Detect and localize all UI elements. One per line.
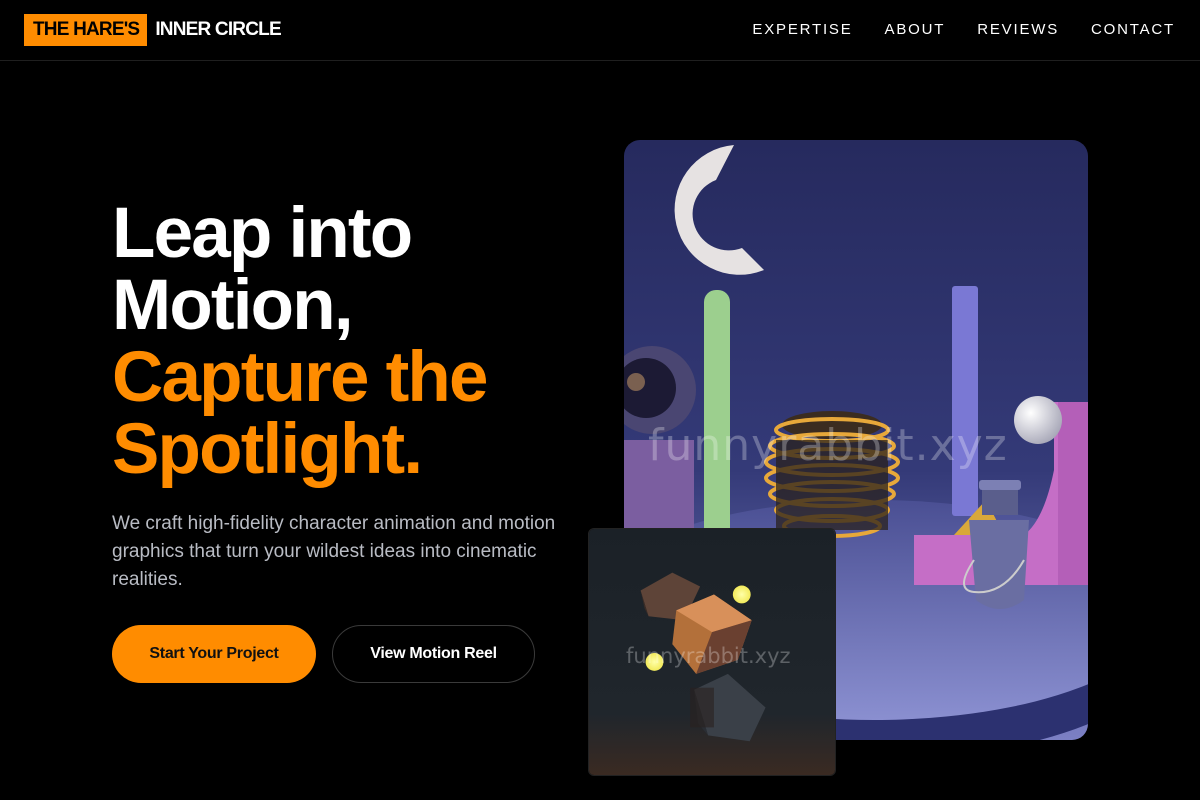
view-motion-reel-button[interactable]: View Motion Reel [332, 625, 535, 683]
main-nav: EXPERTISE ABOUT REVIEWS CONTACT [752, 20, 1175, 40]
nav-contact[interactable]: CONTACT [1091, 20, 1175, 40]
logo[interactable]: THE HARE'S INNER CIRCLE [24, 14, 282, 46]
nav-about[interactable]: ABOUT [885, 20, 946, 40]
headline-line-1: Leap into [112, 194, 413, 273]
nav-reviews[interactable]: REVIEWS [977, 20, 1059, 40]
logo-text: INNER CIRCLE [155, 19, 281, 40]
hero-headline: Leap into Motion, Capture the Spotlight. [112, 198, 582, 486]
floating-cubes-illustration [589, 529, 835, 775]
landing-page: THE HARE'S INNER CIRCLE EXPERTISE ABOUT … [0, 0, 1200, 800]
cubes-animation-image: funnyrabbit.xyz [588, 528, 836, 776]
headline-accent-line-1: Capture the [112, 338, 488, 417]
hero-subtext: We craft high-fidelity character animati… [112, 513, 556, 590]
headline-line-2: Motion, [112, 266, 354, 345]
start-project-button[interactable]: Start Your Project [112, 625, 316, 683]
logo-highlight: THE HARE'S [24, 14, 148, 46]
headline-accent-line-2: Spotlight. [112, 410, 423, 489]
nav-expertise[interactable]: EXPERTISE [752, 20, 852, 40]
site-header: THE HARE'S INNER CIRCLE EXPERTISE ABOUT … [0, 0, 1200, 61]
